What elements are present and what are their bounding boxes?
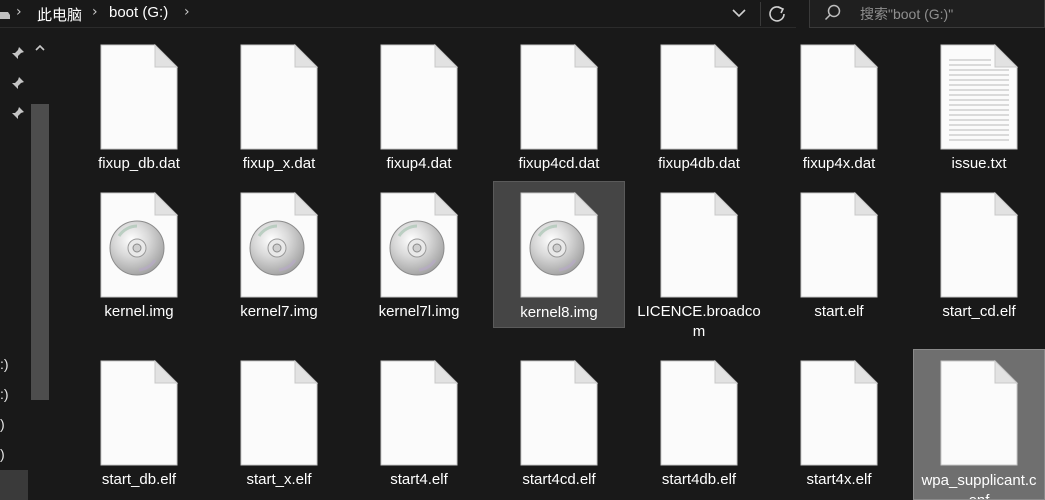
file-item[interactable]: fixup_x.dat [213,36,345,180]
text-file-icon [939,44,1019,150]
blank-file-icon [379,360,459,466]
file-item[interactable]: fixup4x.dat [773,36,905,180]
chevron-right-icon[interactable]: › [184,4,190,20]
divider [760,2,761,26]
file-item[interactable]: LICENCE.broadcom [633,184,765,350]
blank-file-icon [659,44,739,150]
file-name: fixup4.dat [386,155,452,172]
blank-file-icon [799,44,879,150]
file-name: start4x.elf [806,471,872,488]
file-name: kernel8.img [520,304,598,321]
nav-drive-label[interactable]: :) [0,386,9,402]
file-name: LICENCE.broadcom [637,303,761,340]
blank-file-icon [659,192,739,298]
file-item[interactable]: start_cd.elf [913,184,1045,330]
blank-file-icon [659,360,739,466]
file-item[interactable]: start_x.elf [213,352,345,500]
pin-icon[interactable] [11,46,25,60]
navigation-pane: :) :) ) ) [0,30,52,500]
file-name: start_cd.elf [942,303,1016,320]
file-item[interactable]: fixup4.dat [353,36,485,180]
blank-file-icon [519,44,599,150]
blank-file-icon [519,360,599,466]
file-item-selected[interactable]: wpa_supplicant.conf [913,349,1045,500]
file-item[interactable]: issue.txt [913,36,1045,180]
file-name: kernel.img [104,303,174,320]
file-item[interactable]: kernel7.img [213,184,345,330]
disc-image-icon [99,192,179,298]
file-item[interactable]: fixup4cd.dat [493,36,625,180]
nav-drive-label[interactable]: :) [0,356,9,372]
file-item[interactable]: fixup4db.dat [633,36,765,180]
disc-image-icon [379,192,459,298]
address-bar[interactable]: › 此电脑 › boot (G:) › [0,0,796,28]
file-name: kernel7.img [240,303,318,320]
nav-selected-item[interactable] [0,470,28,500]
file-item[interactable]: start4.elf [353,352,485,500]
file-name: start4cd.elf [522,471,596,488]
file-name: fixup4db.dat [658,155,740,172]
file-item[interactable]: fixup_db.dat [73,36,205,180]
chevron-down-icon[interactable] [726,2,752,24]
blank-file-icon [239,44,319,150]
file-name: fixup4x.dat [802,155,876,172]
file-name: start4db.elf [661,471,737,488]
file-item[interactable]: start_db.elf [73,352,205,500]
file-name: fixup_x.dat [242,155,316,172]
blank-file-icon [799,192,879,298]
file-name: fixup4cd.dat [518,155,600,172]
disc-image-icon [239,192,319,298]
blank-file-icon [939,192,1019,298]
pin-icon[interactable] [11,106,25,120]
pin-icon[interactable] [11,76,25,90]
file-item[interactable]: start4db.elf [633,352,765,500]
file-name: issue.txt [951,155,1007,172]
top-bar: › 此电脑 › boot (G:) › 搜索"boot (G:)" [0,0,1045,30]
file-item[interactable]: kernel7l.img [353,184,485,330]
breadcrumb-this-pc[interactable]: 此电脑 [37,4,82,25]
blank-file-icon [99,44,179,150]
search-input[interactable]: 搜索"boot (G:)" [860,4,953,24]
file-name: start_db.elf [101,471,177,488]
nav-scrollbar[interactable] [31,104,49,400]
drive-icon [0,12,10,19]
disc-image-icon [519,192,599,298]
nav-drive-label[interactable]: ) [0,446,5,462]
chevron-right-icon[interactable]: › [92,4,98,20]
file-name: start_x.elf [246,471,312,488]
file-name: start.elf [814,303,864,320]
file-item[interactable]: kernel.img [73,184,205,330]
file-name: start4.elf [390,471,448,488]
blank-file-icon [239,360,319,466]
file-name: wpa_supplicant.conf [921,472,1037,499]
blank-file-icon [379,44,459,150]
search-box[interactable]: 搜索"boot (G:)" [809,0,1045,28]
blank-file-icon [799,360,879,466]
chevron-right-icon[interactable]: › [16,4,22,20]
file-name: fixup_db.dat [98,155,180,172]
search-icon [824,4,841,21]
file-item[interactable]: start4cd.elf [493,352,625,500]
breadcrumb-boot-drive[interactable]: boot (G:) [109,4,168,21]
file-item-hovered[interactable]: kernel8.img [493,181,625,328]
blank-file-icon [939,360,1019,466]
file-item[interactable]: start.elf [773,184,905,330]
refresh-icon[interactable] [764,2,790,24]
file-name: kernel7l.img [378,303,460,320]
blank-file-icon [99,360,179,466]
file-item[interactable]: start4x.elf [773,352,905,500]
scroll-up-icon[interactable] [34,43,46,53]
nav-drive-label[interactable]: ) [0,416,5,432]
